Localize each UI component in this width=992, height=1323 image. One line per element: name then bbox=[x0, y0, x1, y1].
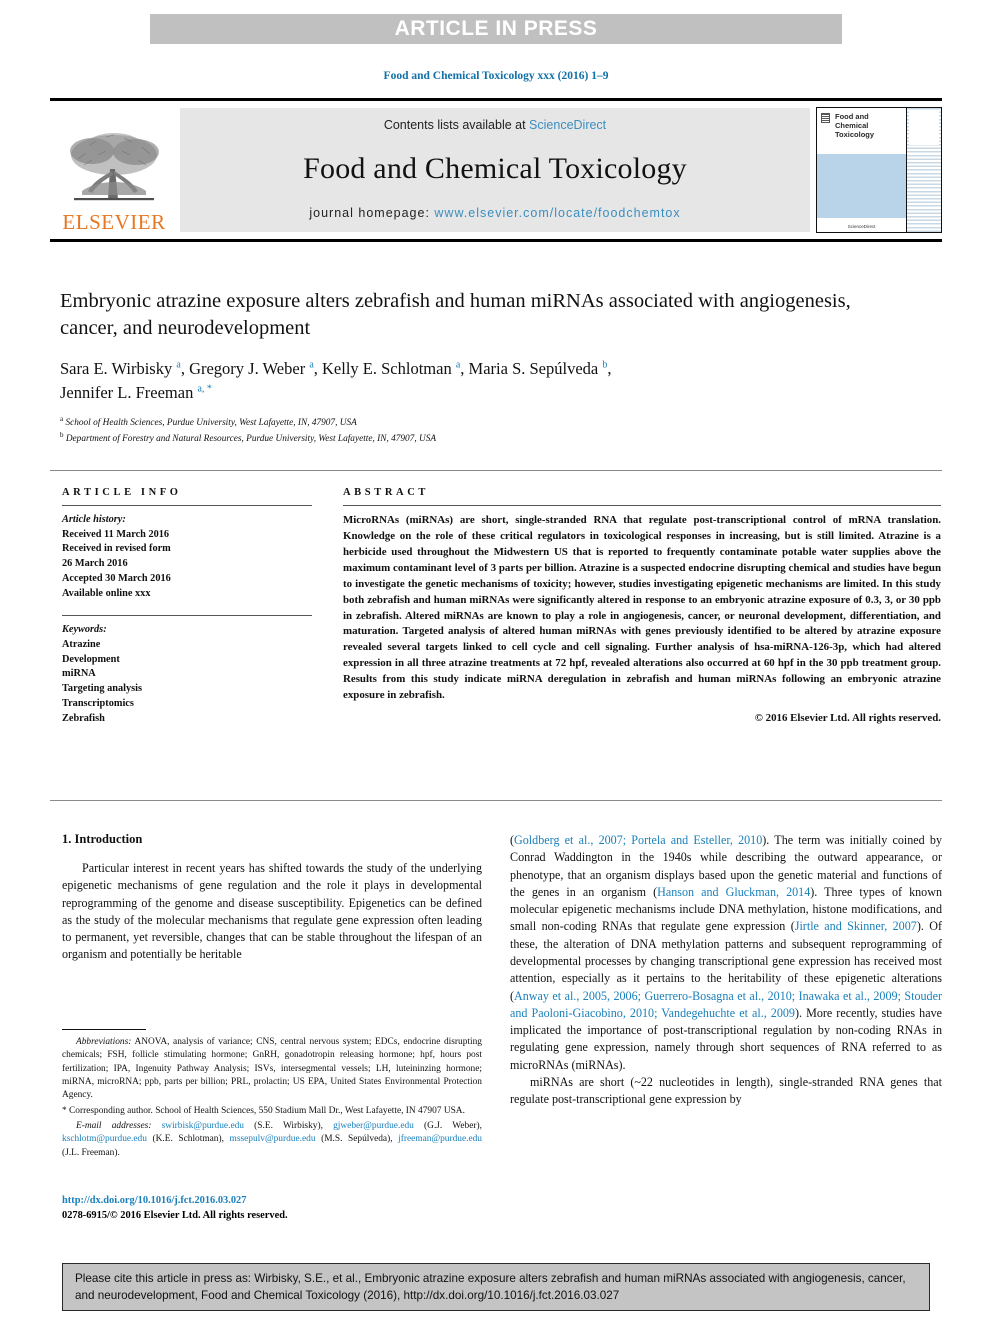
introduction-heading: 1. Introduction bbox=[62, 832, 143, 846]
journal-cover-thumbnail: Food and Chemical Toxicology ScienceDire… bbox=[816, 107, 942, 233]
elsevier-tree-icon bbox=[70, 133, 159, 201]
cite-this-article-text: Please cite this article in press as: Wi… bbox=[75, 1272, 906, 1302]
history-item: Received 11 March 2016 bbox=[62, 528, 170, 540]
affil-marker-a: a bbox=[455, 359, 461, 371]
author-line-1: Sara E. Wirbisky a, Gregory J. Weber a, … bbox=[60, 359, 612, 379]
email-owner: (M.S. Sepúlveda), bbox=[315, 1134, 399, 1145]
cite-this-article-box: Please cite this article in press as: Wi… bbox=[62, 1263, 930, 1311]
footnotes-block: Abbreviations: ANOVA, analysis of varian… bbox=[62, 1036, 482, 1160]
abstract-rule bbox=[343, 505, 941, 506]
affil-marker-a: a bbox=[309, 359, 314, 371]
masthead-center-panel: Contents lists available at ScienceDirec… bbox=[180, 108, 810, 232]
abstract-heading: ABSTRACT bbox=[343, 487, 429, 498]
introduction-paragraph-right-2: miRNAs are short (~22 nucleotides in len… bbox=[510, 1074, 942, 1107]
history-item: Available online xxx bbox=[62, 587, 151, 599]
cover-spine-panel bbox=[906, 108, 941, 232]
affiliations: a School of Health Sciences, Purdue Univ… bbox=[60, 414, 870, 446]
email-owner: (S.E. Wirbisky), bbox=[243, 1121, 334, 1132]
journal-reference-line: Food and Chemical Toxicology xxx (2016) … bbox=[383, 70, 609, 82]
citation-hanson-gluckman[interactable]: Hanson and Gluckman, 2014 bbox=[657, 885, 810, 899]
body-column-right: (Goldberg et al., 2007; Portela and Este… bbox=[510, 832, 942, 1109]
sciencedirect-link[interactable]: ScienceDirect bbox=[529, 118, 606, 132]
issn-copyright-line: 0278-6915/© 2016 Elsevier Ltd. All right… bbox=[62, 1209, 288, 1221]
cover-color-band bbox=[817, 154, 907, 218]
article-info-separator bbox=[62, 615, 312, 617]
cover-spine-lines bbox=[909, 111, 939, 146]
journal-masthead: ELSEVIER Contents lists available at Sci… bbox=[50, 98, 942, 242]
journal-title: Food and Chemical Toxicology bbox=[303, 152, 687, 185]
keyword-item: Targeting analysis bbox=[62, 683, 143, 695]
doi-link[interactable]: http://dx.doi.org/10.1016/j.fct.2016.03.… bbox=[62, 1194, 482, 1209]
affiliation-b-text: Department of Forestry and Natural Resou… bbox=[65, 434, 437, 445]
affil-marker-b: b bbox=[602, 359, 608, 371]
footnote-divider bbox=[62, 1029, 146, 1030]
email-link[interactable]: mssepulv@purdue.edu bbox=[230, 1134, 316, 1144]
article-in-press-banner: ARTICLE IN PRESS bbox=[150, 14, 842, 44]
article-info-heading: ARTICLE INFO bbox=[62, 487, 182, 498]
contents-list-line: Contents lists available at ScienceDirec… bbox=[384, 118, 606, 132]
affil-marker-a-star: a, * bbox=[197, 383, 212, 395]
article-in-press-label: ARTICLE IN PRESS bbox=[394, 17, 598, 40]
introduction-paragraph-left: Particular interest in recent years has … bbox=[62, 861, 482, 962]
article-history-group: Article history: Received 11 March 2016 … bbox=[62, 513, 312, 601]
corresponding-author-footnote: * Corresponding author. School of Health… bbox=[62, 1105, 465, 1116]
elsevier-logo: ELSEVIER bbox=[50, 105, 178, 235]
email-owner: (K.E. Schlotman), bbox=[146, 1134, 230, 1145]
keyword-item: Atrazine bbox=[62, 639, 101, 651]
affiliation-a-text: School of Health Sciences, Purdue Univer… bbox=[65, 418, 357, 429]
introduction-paragraph-right-1: (Goldberg et al., 2007; Portela and Este… bbox=[510, 832, 942, 1074]
journal-homepage-link[interactable]: www.elsevier.com/locate/foodchemtox bbox=[434, 206, 680, 220]
history-item: Received in revised form bbox=[62, 543, 171, 555]
email-link[interactable]: jfreeman@purdue.edu bbox=[398, 1134, 482, 1144]
article-info-column: ARTICLE INFO Article history: Received 1… bbox=[62, 487, 312, 726]
cover-title-text: Food and Chemical Toxicology bbox=[835, 112, 875, 139]
email-addresses-footnote: E-mail addresses: swirbisk@purdue.edu (S… bbox=[62, 1120, 482, 1160]
body-column-left: 1. Introduction Particular interest in r… bbox=[62, 832, 482, 964]
abstract-bottom-rule bbox=[50, 800, 942, 801]
article-title: Embryonic atrazine exposure alters zebra… bbox=[60, 290, 851, 340]
email-owner: (G.J. Weber), bbox=[413, 1121, 482, 1132]
abbreviations-footnote: Abbreviations: ANOVA, analysis of varian… bbox=[62, 1036, 482, 1103]
email-addresses-label: E-mail addresses: bbox=[76, 1121, 152, 1132]
keyword-item: Transcriptomics bbox=[62, 697, 134, 709]
affil-marker-a: a bbox=[176, 359, 181, 371]
email-link[interactable]: gjweber@purdue.edu bbox=[333, 1121, 414, 1131]
affiliation-b: b Department of Forestry and Natural Res… bbox=[60, 430, 870, 446]
doi-block: http://dx.doi.org/10.1016/j.fct.2016.03.… bbox=[62, 1194, 482, 1224]
affiliation-a: a School of Health Sciences, Purdue Univ… bbox=[60, 414, 870, 430]
abbreviations-label: Abbreviations: bbox=[76, 1037, 132, 1047]
abstract-column: ABSTRACT MicroRNAs (miRNAs) are short, s… bbox=[343, 487, 941, 724]
article-history-label: Article history: bbox=[62, 514, 126, 525]
keyword-item: Development bbox=[62, 653, 120, 665]
homepage-prefix: journal homepage: bbox=[309, 206, 435, 220]
keyword-item: Zebrafish bbox=[62, 712, 105, 724]
author-line-2: Jennifer L. Freeman a, * bbox=[60, 382, 212, 402]
citation-jirtle-skinner[interactable]: Jirtle and Skinner, 2007 bbox=[795, 919, 917, 933]
affil-superscript-a: a bbox=[60, 414, 64, 423]
citation-goldberg-portela[interactable]: Goldberg et al., 2007; Portela and Estel… bbox=[514, 833, 762, 847]
journal-homepage-line: journal homepage: www.elsevier.com/locat… bbox=[309, 206, 680, 220]
cover-front-panel: Food and Chemical Toxicology ScienceDire… bbox=[817, 108, 907, 232]
article-info-rule bbox=[62, 505, 312, 506]
author-list: Sara E. Wirbisky a, Gregory J. Weber a, … bbox=[60, 357, 870, 404]
contents-prefix: Contents lists available at bbox=[383, 118, 530, 132]
info-section-top-rule bbox=[50, 470, 942, 471]
keyword-item: miRNA bbox=[62, 668, 96, 680]
history-item: 26 March 2016 bbox=[62, 558, 128, 570]
history-item: Accepted 30 March 2016 bbox=[62, 572, 171, 584]
article-header: Embryonic atrazine exposure alters zebra… bbox=[60, 288, 870, 446]
cover-footer-text: ScienceDirect bbox=[847, 224, 876, 229]
affil-superscript-b: b bbox=[60, 431, 64, 440]
email-link[interactable]: kschlotm@purdue.edu bbox=[62, 1134, 147, 1144]
abstract-copyright: © 2016 Elsevier Ltd. All rights reserved… bbox=[754, 712, 941, 725]
keywords-group: Keywords: Atrazine Development miRNA Tar… bbox=[62, 623, 312, 726]
elsevier-wordmark: ELSEVIER bbox=[62, 210, 166, 234]
email-link[interactable]: swirbisk@purdue.edu bbox=[162, 1121, 244, 1131]
abstract-body: MicroRNAs (miRNAs) are short, single-str… bbox=[343, 514, 941, 702]
email-owner: (J.L. Freeman). bbox=[62, 1147, 120, 1158]
keywords-label: Keywords: bbox=[62, 624, 107, 636]
